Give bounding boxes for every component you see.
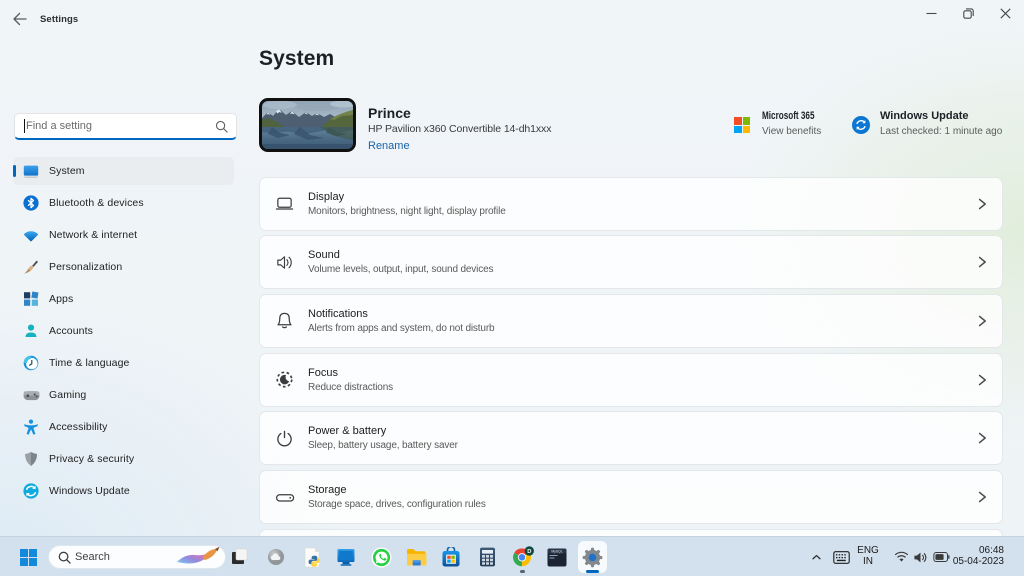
- svg-text:D: D: [527, 549, 531, 555]
- svg-text:MySQL: MySQL: [551, 549, 562, 553]
